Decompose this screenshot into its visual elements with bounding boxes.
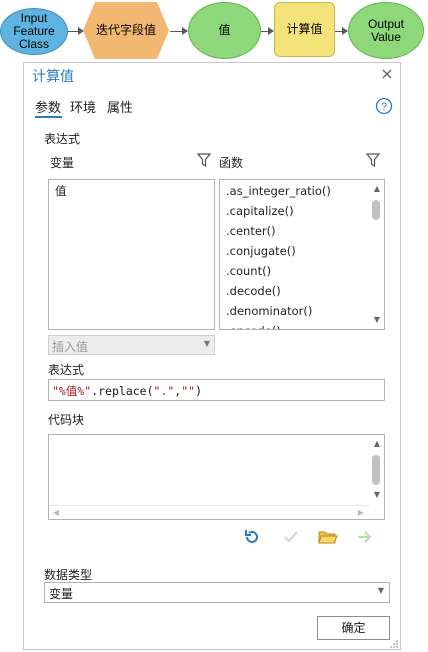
expression-section-label: 表达式	[44, 132, 81, 146]
scrollbar-thumb[interactable]	[372, 200, 380, 220]
functions-list[interactable]: .as_integer_ratio() .capitalize() .cente…	[219, 179, 385, 330]
functions-scrollbar[interactable]: ▲ ▼	[369, 180, 384, 329]
output-value-node[interactable]: Output Value	[348, 2, 424, 59]
close-icon[interactable]	[380, 67, 394, 81]
chevron-down-icon: ▼	[203, 339, 210, 348]
iterate-field-values-node[interactable]: 迭代字段值	[83, 2, 169, 59]
tab-environments[interactable]: 环境	[70, 97, 96, 116]
run-arrow-icon[interactable]	[356, 528, 374, 546]
connector-arrow	[261, 27, 274, 35]
node-label: Output Value	[367, 16, 405, 44]
code-token: .replace(	[91, 384, 154, 398]
variables-header: 变量	[50, 156, 75, 170]
node-label: 迭代字段值	[95, 23, 156, 37]
codeblock-vscrollbar[interactable]: ▲ ▼	[369, 435, 384, 505]
node-label: 值	[218, 23, 231, 37]
scroll-left-icon[interactable]: ◀	[52, 508, 60, 518]
connector-arrow	[68, 27, 84, 35]
undo-icon[interactable]	[243, 528, 261, 546]
string-token: "."	[153, 384, 175, 398]
expression-text: "%值%".replace(".","")	[52, 383, 202, 399]
check-icon[interactable]	[282, 528, 300, 546]
list-item[interactable]: .denominator()	[222, 301, 367, 321]
insert-value-label: 插入值	[52, 340, 89, 354]
string-token: ""	[181, 384, 196, 398]
variables-list[interactable]: 值	[48, 179, 215, 330]
list-item[interactable]: 值	[51, 181, 67, 201]
connector-arrow	[335, 27, 348, 35]
codeblock-label: 代码块	[48, 413, 85, 427]
data-type-value: 变量	[49, 587, 74, 601]
code-token: )	[195, 384, 203, 398]
value-node[interactable]: 值	[188, 2, 261, 59]
resize-grip-icon[interactable]	[389, 638, 399, 648]
codeblock-hscrollbar[interactable]: ◀ ▶	[49, 505, 369, 519]
tab-parameters[interactable]: 参数	[35, 97, 61, 116]
chevron-down-icon: ▼	[377, 586, 384, 595]
expression-input[interactable]: "%值%".replace(".","")	[48, 379, 385, 401]
calculate-value-node[interactable]: 计算值	[274, 2, 335, 57]
dialog-title: 计算值	[32, 69, 74, 85]
active-tab-underline	[35, 116, 62, 118]
data-type-select[interactable]: 变量 ▼	[44, 582, 390, 603]
open-folder-icon[interactable]	[318, 528, 338, 546]
insert-value-dropdown[interactable]: 插入值 ▼	[48, 335, 215, 355]
list-item[interactable]: .center()	[222, 221, 367, 241]
filter-icon[interactable]	[196, 153, 212, 168]
tab-properties[interactable]: 属性	[107, 97, 133, 116]
list-item[interactable]: .decode()	[222, 281, 367, 301]
scroll-down-icon[interactable]: ▼	[372, 315, 382, 325]
list-item[interactable]: .conjugate()	[222, 241, 367, 261]
help-icon[interactable]: ?	[375, 97, 393, 115]
connector-arrow	[170, 27, 188, 35]
calculate-value-dialog	[23, 62, 401, 650]
scroll-up-icon[interactable]: ▲	[372, 184, 382, 194]
scroll-up-icon[interactable]: ▲	[372, 439, 382, 449]
scrollbar-thumb[interactable]	[372, 455, 380, 485]
expression-label: 表达式	[48, 363, 85, 377]
list-item[interactable]: .count()	[222, 261, 367, 281]
list-item[interactable]: .as_integer_ratio()	[222, 181, 367, 201]
svg-text:?: ?	[381, 101, 387, 113]
node-label: Input Feature Class	[13, 11, 55, 51]
ok-button[interactable]: 确定	[317, 616, 390, 640]
input-feature-class-node[interactable]: Input Feature Class	[0, 8, 68, 55]
filter-icon[interactable]	[365, 153, 381, 168]
functions-header: 函数	[219, 156, 244, 170]
scroll-right-icon[interactable]: ▶	[357, 508, 365, 518]
node-label: 计算值	[286, 22, 323, 36]
codeblock-input[interactable]: ▲ ▼ ◀ ▶	[48, 434, 385, 520]
list-item[interactable]: .capitalize()	[222, 201, 367, 221]
list-item[interactable]: .encode()	[222, 321, 367, 329]
string-token: "%值%"	[52, 384, 92, 398]
data-type-label: 数据类型	[44, 568, 93, 582]
scroll-down-icon[interactable]: ▼	[372, 490, 382, 500]
